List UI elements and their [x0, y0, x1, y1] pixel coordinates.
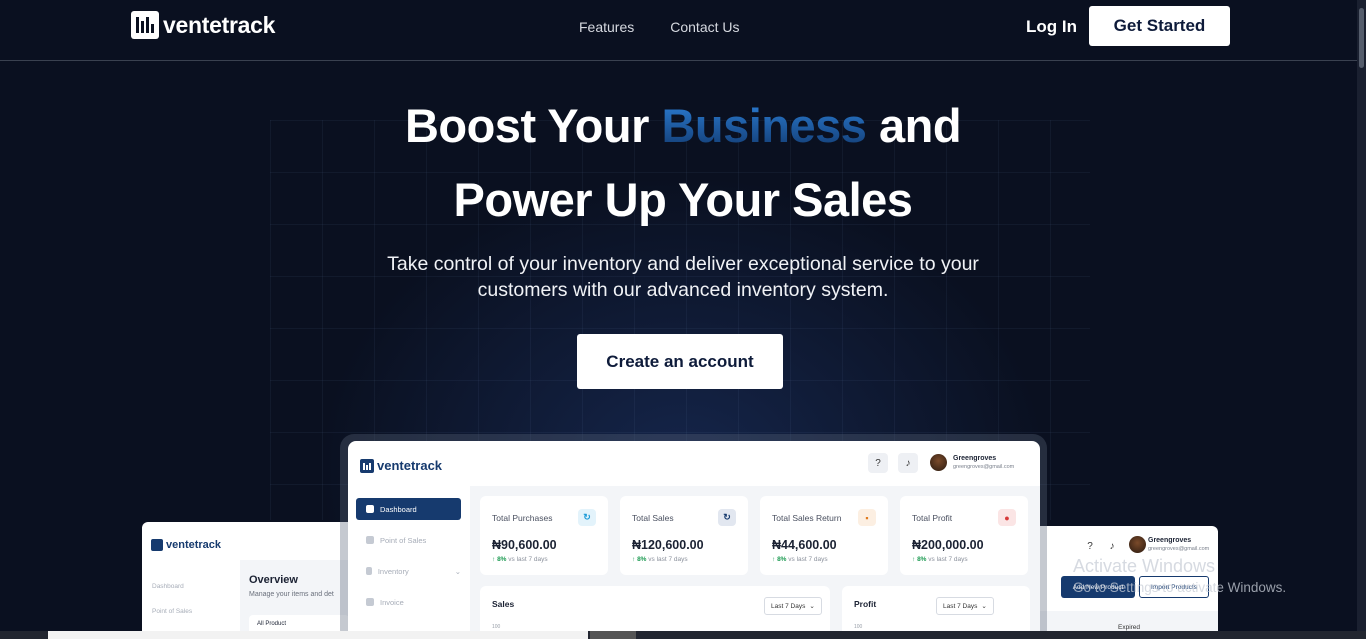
nav-link-features[interactable]: Features	[579, 19, 634, 35]
preview-logo: ventetrack	[360, 458, 442, 473]
avatar	[1129, 536, 1146, 553]
stat-card-returns: Total Sales Return ▪ ₦44,600.00 ↑ 8% vs …	[760, 496, 888, 575]
range-select: Last 7 Days ⌄	[764, 597, 822, 615]
preview-sidebar: Dashboard Point of Sales Inventory	[152, 583, 193, 639]
inventory-icon	[366, 567, 372, 575]
sidebar-item-dashboard: Dashboard	[356, 498, 461, 520]
stat-card-profit: Total Profit ● ₦200,000.00 ↑ 8% vs last …	[900, 496, 1028, 575]
sidebar-item-invoice: Invoice	[356, 591, 461, 613]
preview-logo: ventetrack	[151, 539, 221, 551]
chevron-down-icon: ⌄	[981, 603, 987, 610]
stat-card-purchases: Total Purchases ↻ ₦90,600.00 ↑ 8% vs las…	[480, 496, 608, 575]
top-navbar: ventetrack Features Contact Us Log In Ge…	[0, 0, 1366, 61]
user-avatar	[930, 454, 947, 471]
nav-links: Features Contact Us	[579, 19, 740, 35]
create-account-button[interactable]: Create an account	[577, 334, 783, 389]
sidebar-item-inventory: Inventory ⌄	[356, 560, 461, 582]
hero-title-line2: Power Up Your Sales	[453, 173, 913, 226]
grid-icon	[366, 505, 374, 513]
nav-link-contact[interactable]: Contact Us	[670, 19, 739, 35]
logo-bars-icon	[360, 458, 374, 473]
chevron-down-icon: ⌄	[454, 566, 461, 576]
profit-icon: ●	[998, 509, 1016, 526]
get-started-button[interactable]: Get Started	[1089, 6, 1230, 46]
user-email: greengroves@gmail.com	[953, 464, 1015, 470]
hero-subtitle: Take control of your inventory and deliv…	[387, 253, 979, 301]
preview-sidebar: Dashboard Point of Sales Inventory ⌄ Invo…	[356, 498, 461, 622]
login-link[interactable]: Log In	[1026, 17, 1077, 37]
logo-bars-icon	[151, 539, 163, 551]
brand-logo[interactable]: ventetrack	[131, 11, 275, 39]
chevron-down-icon: ⌄	[809, 603, 815, 610]
bell-icon: ♪	[898, 453, 918, 473]
range-select: Last 7 Days ⌄	[936, 597, 994, 615]
help-icon: ?	[868, 453, 888, 473]
return-icon: ▪	[858, 509, 876, 526]
stats-area: Total Purchases ↻ ₦90,600.00 ↑ 8% vs las…	[470, 486, 1040, 639]
invoice-icon	[366, 598, 374, 606]
dashboard-preview-left: ventetrack Dashboard Point of Sales Inve…	[142, 522, 352, 639]
preview-overview: Overview Manage your items and det All P…	[240, 560, 352, 639]
logo-bars-icon	[131, 11, 159, 39]
scrollbar-thumb[interactable]	[1359, 8, 1364, 68]
stat-card-sales: Total Sales ↻ ₦120,600.00 ↑ 8% vs last 7…	[620, 496, 748, 575]
page-scrollbar[interactable]	[1357, 0, 1366, 631]
brand-name: ventetrack	[163, 11, 276, 38]
sidebar-item-pos: Point of Sales	[356, 529, 461, 551]
bottom-bar	[0, 631, 1366, 639]
dashboard-preview: ventetrack ? ♪ Greengroves greengroves@g…	[348, 441, 1040, 639]
pos-icon	[366, 536, 374, 544]
purchase-icon: ↻	[578, 509, 596, 526]
sales-icon: ↻	[718, 509, 736, 526]
user-name: Greengroves	[953, 455, 997, 462]
bell-icon: ♪	[1102, 536, 1122, 556]
activate-windows-watermark: Activate Windows Go to Settings to activ…	[1073, 556, 1287, 595]
help-icon: ?	[1080, 536, 1100, 556]
hero-title-line1: Boost Your Business and	[404, 99, 962, 152]
hero-title-accent: Business	[661, 99, 867, 152]
